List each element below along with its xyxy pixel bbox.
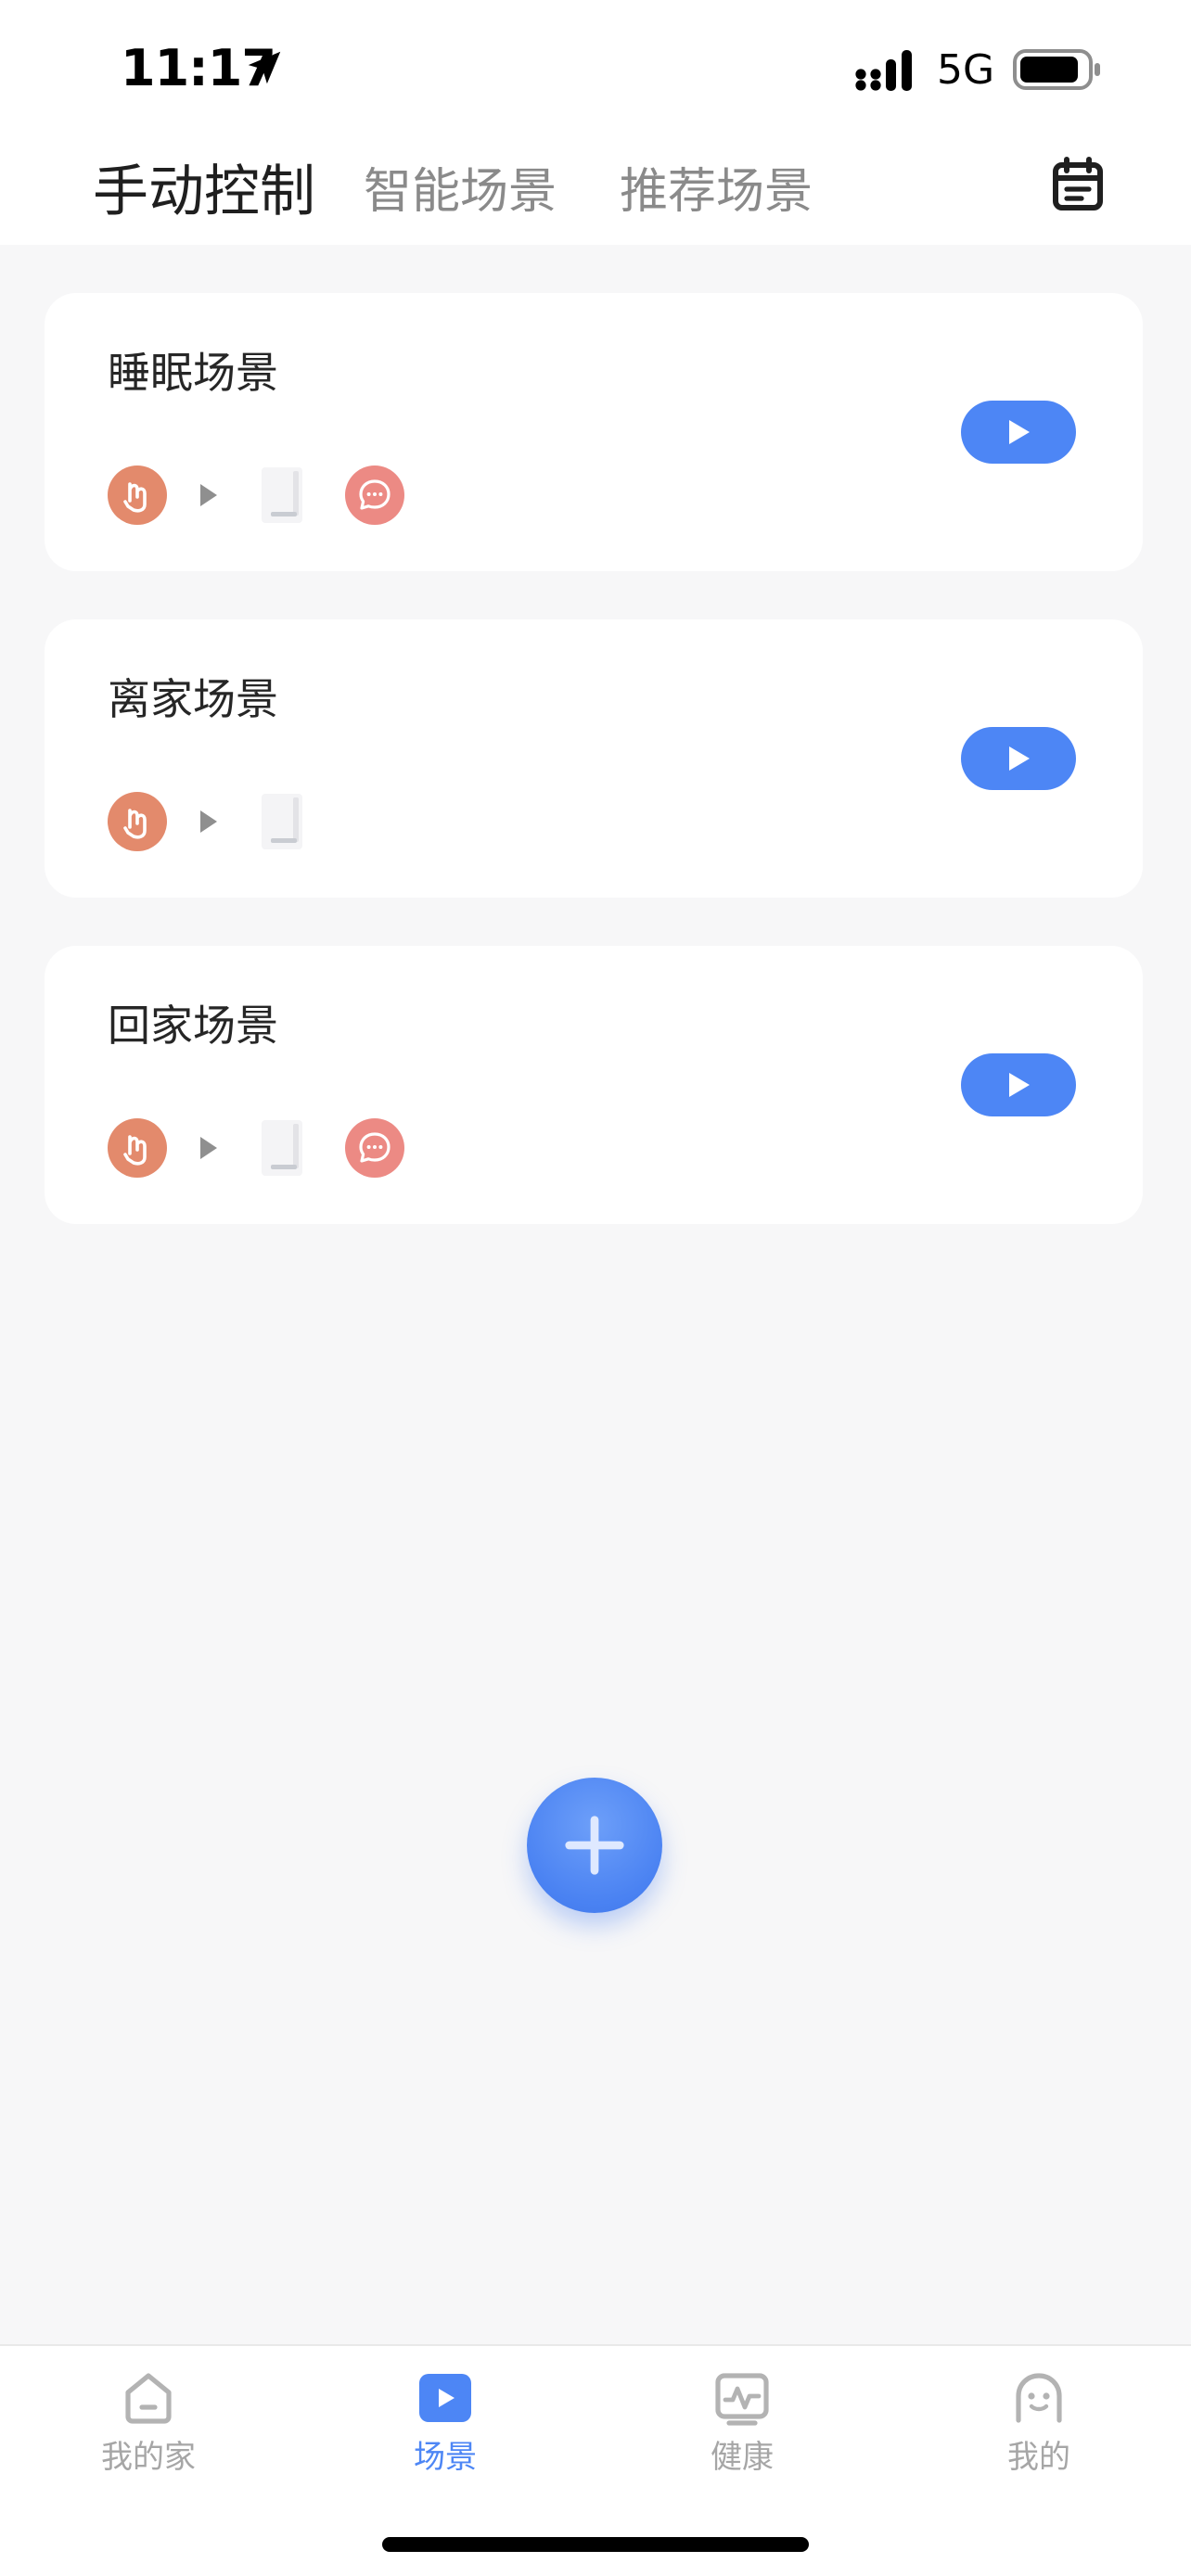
nav-item-health[interactable]: 健康 <box>649 2368 835 2480</box>
run-scene-button[interactable] <box>961 1053 1076 1116</box>
chat-icon <box>345 1118 404 1178</box>
network-type: 5G <box>937 46 995 94</box>
signal-icon <box>855 50 912 91</box>
health-icon <box>715 2373 769 2426</box>
add-scene-button[interactable] <box>527 1778 662 1913</box>
nav-label: 场景 <box>414 2439 477 2476</box>
header: 手动控制 智能场景 推荐场景 <box>0 130 1191 245</box>
nav-item-scene[interactable]: 场景 <box>352 2368 538 2480</box>
chat-icon <box>345 465 404 525</box>
scene-play-icon <box>419 2374 471 2422</box>
scene-title: 回家场景 <box>108 1001 278 1051</box>
run-scene-button[interactable] <box>961 401 1076 464</box>
scene-actions-row <box>108 792 479 851</box>
arrow-right-icon <box>200 1137 217 1159</box>
scene-card-leave-home[interactable]: 离家场景 <box>45 619 1143 898</box>
tab-manual-control[interactable]: 手动控制 <box>93 147 315 227</box>
calendar-icon[interactable] <box>1048 154 1108 213</box>
screen: 11:17 5G 手动控制 智能场景 推荐场景 睡眠场景 离家场景 回家场景 我… <box>0 0 1191 2576</box>
nav-item-mine[interactable]: 我的 <box>946 2368 1132 2480</box>
home-icon <box>125 2373 172 2424</box>
nav-label: 健康 <box>711 2439 774 2476</box>
device-icon <box>262 794 302 849</box>
scene-card-sleep[interactable]: 睡眠场景 <box>45 293 1143 571</box>
play-icon <box>1009 1073 1030 1097</box>
scene-card-come-home[interactable]: 回家场景 <box>45 946 1143 1224</box>
nav-label: 我的 <box>1007 2439 1070 2476</box>
arrow-right-icon <box>200 484 217 506</box>
scene-actions-row <box>108 465 479 525</box>
arrow-right-icon <box>200 810 217 833</box>
play-icon <box>1009 420 1030 444</box>
scene-actions-row <box>108 1118 479 1178</box>
hand-tap-icon <box>108 1118 167 1178</box>
battery-icon <box>1013 49 1100 90</box>
hand-tap-icon <box>108 792 167 851</box>
device-icon <box>262 467 302 523</box>
location-arrow-icon <box>248 51 281 84</box>
profile-icon <box>1016 2373 1062 2423</box>
home-indicator <box>382 2537 809 2552</box>
run-scene-button[interactable] <box>961 727 1076 790</box>
nav-label: 我的家 <box>101 2439 196 2476</box>
device-icon <box>262 1120 302 1176</box>
play-icon <box>1009 746 1030 771</box>
tab-smart-scenes[interactable]: 智能场景 <box>364 152 557 222</box>
scene-title: 离家场景 <box>108 674 278 724</box>
plus-icon <box>565 1816 624 1875</box>
nav-item-home[interactable]: 我的家 <box>56 2368 241 2480</box>
hand-tap-icon <box>108 465 167 525</box>
scene-title: 睡眠场景 <box>108 348 278 398</box>
status-bar: 11:17 5G <box>0 0 1191 130</box>
tab-recommended-scenes[interactable]: 推荐场景 <box>620 152 813 222</box>
